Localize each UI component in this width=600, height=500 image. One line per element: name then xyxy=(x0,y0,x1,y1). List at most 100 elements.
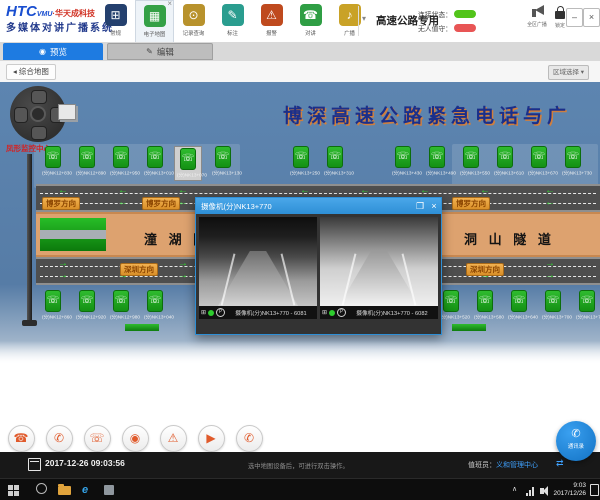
minimize-button[interactable]: – xyxy=(566,8,583,27)
grid-icon[interactable]: ⊞ xyxy=(201,309,206,316)
popup-titlebar[interactable]: 摄像机(分)NK13+770 ❐ × xyxy=(196,198,441,214)
close-tab-icon[interactable]: × xyxy=(167,0,172,8)
region-select-button[interactable]: 区域选择 ▾ xyxy=(548,65,589,80)
green-marker xyxy=(125,324,159,331)
separator xyxy=(358,6,359,36)
preset-icon[interactable]: P xyxy=(337,308,346,317)
start-button[interactable] xyxy=(8,485,19,496)
taskbar-clock[interactable]: 9:032017/12/26 xyxy=(552,482,586,498)
tray-caret-icon[interactable]: ∧ xyxy=(512,483,517,497)
datetime-text: 2017-12-26 09:03:56 xyxy=(45,458,125,468)
direction-badge: 博罗方向 xyxy=(452,197,490,210)
toolbar-item-general[interactable]: ⊞常规 xyxy=(96,0,135,42)
camera-popup-window[interactable]: 摄像机(分)NK13+770 ❐ × ⊞ P 摄像机(分)NK13+770 - 60… xyxy=(195,197,442,335)
preset-icon[interactable]: P xyxy=(216,308,225,317)
toolbar-item-map[interactable]: ×▦电子地图 xyxy=(135,0,174,42)
phone-station[interactable]: ☏(分)NK13+700 xyxy=(540,290,566,321)
phone-icon: ☏ xyxy=(45,290,61,312)
lane-arrow-icon: ← xyxy=(480,187,490,195)
lane-arrow-icon: → xyxy=(178,272,188,280)
phone-station[interactable]: ☏(分)NK12+920 xyxy=(74,290,100,321)
toolbar-item-alarm[interactable]: ⚠报警 xyxy=(252,0,291,42)
phone-station[interactable]: ☏(分)NK12+860 xyxy=(40,290,66,321)
phone-icon: ☏ xyxy=(579,290,595,312)
control-icon: ☎ xyxy=(8,425,35,452)
phone-station[interactable]: ☏(分)NK13+760 xyxy=(574,290,600,321)
operator-link[interactable]: 义和管理中心 xyxy=(496,462,538,469)
phone-station[interactable]: ☏(分)NK12+980 xyxy=(108,290,134,321)
phone-icon: ☏ xyxy=(429,146,445,168)
phone-station[interactable]: ☏(分)NK12+890 xyxy=(74,146,100,177)
phone-station[interactable]: ☏(分)NK12+950 xyxy=(108,146,134,177)
network-icon[interactable] xyxy=(526,483,534,496)
station-label: (分)NK13+580 xyxy=(474,314,496,321)
phone-station[interactable]: ☏(分)NK13+430 xyxy=(390,146,416,177)
phone-icon: ☏ xyxy=(395,146,411,168)
station-label: (分)NK13+070 xyxy=(177,172,199,179)
phone-station[interactable]: ☏(分)NK13+610 xyxy=(492,146,518,177)
control-icon: ◉ xyxy=(122,425,149,452)
phone-icon: ☏ xyxy=(113,290,129,312)
toolbar-item-records[interactable]: ⊙记录查询 xyxy=(174,0,213,42)
notification-center-icon[interactable] xyxy=(590,484,599,496)
phone-station[interactable]: ☏(分)NK13+250 xyxy=(288,146,314,177)
phone-icon: ☏ xyxy=(565,146,581,168)
close-icon[interactable]: × xyxy=(427,201,441,211)
lane-arrow-icon: ← xyxy=(545,187,555,195)
phone-station[interactable]: ☏(分)NK13+490 xyxy=(424,146,450,177)
volume-icon[interactable] xyxy=(540,483,544,494)
phone-station[interactable]: ☏(分)NK12+830 xyxy=(40,146,66,177)
toolbar-item-intercom[interactable]: ☎对讲 xyxy=(291,0,330,42)
popup-title: 摄像机(分)NK13+770 xyxy=(196,201,413,212)
operator-info: 值班员：义和管理中心 xyxy=(468,460,538,470)
phone-icon: ☏ xyxy=(497,146,513,168)
video-panel[interactable]: ⊞ P 摄像机(分)NK13+770 - 6082 xyxy=(320,217,438,319)
lane-arrow-icon: ← xyxy=(118,199,128,207)
grid-icon[interactable]: ⊞ xyxy=(322,309,327,316)
contacts-button[interactable]: ✆ 通讯录 xyxy=(556,421,596,461)
phone-station[interactable]: ☏(分)NK13+310 xyxy=(322,146,348,177)
control-icon: ✆ xyxy=(236,425,263,452)
map-canvas[interactable]: 博深高速公路紧急电话与广 凤形监控中心 潼 湖 隧 道 洞 山 隧 道 xyxy=(0,82,600,363)
calendar-icon xyxy=(28,458,41,471)
chevron-down-icon[interactable]: ▾ xyxy=(362,14,366,23)
edge-browser-icon[interactable]: e xyxy=(82,483,88,497)
phone-station[interactable]: ☏ (分)NK13+730 xyxy=(560,146,586,177)
video-caption: 摄像机(分)NK13+770 - 6081 xyxy=(229,308,313,317)
video-feed xyxy=(199,217,317,306)
tunnel-name-right: 洞 山 隧 道 xyxy=(464,229,555,248)
phone-station[interactable]: ☏(分)NK13+550 xyxy=(458,146,484,177)
maximize-icon[interactable]: ❐ xyxy=(413,201,427,212)
map-title: 博深高速公路紧急电话与广 xyxy=(283,101,571,128)
close-button[interactable]: × xyxy=(583,8,600,27)
phone-station[interactable]: ☏(分)NK13+640 xyxy=(506,290,532,321)
phone-station[interactable]: ☏(分)NK13+040 xyxy=(142,290,168,321)
station-label: (分)NK13+730 xyxy=(562,170,584,177)
tab-edit[interactable]: ✎编辑 xyxy=(107,43,213,60)
phone-icon: ☏ xyxy=(79,290,95,312)
phone-station[interactable]: ☏(分)NK13+070 xyxy=(174,146,202,181)
direction-badge: 博罗方向 xyxy=(142,197,180,210)
app-icon[interactable] xyxy=(104,483,114,495)
toolbar-item-mark[interactable]: ✎标注 xyxy=(213,0,252,42)
switch-arrow-icon[interactable]: ⇄ xyxy=(556,458,564,469)
tab-preview[interactable]: ◉预览 xyxy=(3,43,103,60)
phone-station[interactable]: ☏(分)NK13+130 xyxy=(210,146,236,177)
control-icon: ▶ xyxy=(198,425,225,452)
breadcrumb[interactable]: ◂ 综合地图 xyxy=(6,64,56,80)
phone-station[interactable]: ☏(分)NK13+580 xyxy=(472,290,498,321)
video-caption-bar: ⊞ P 摄像机(分)NK13+770 - 6081 xyxy=(199,306,317,319)
speaker-box-icon xyxy=(58,104,76,120)
control-icon: ☏ xyxy=(84,425,111,452)
station-label: (分)NK13+040 xyxy=(144,314,166,321)
phone-station[interactable]: ☏(分)NK13+670 xyxy=(526,146,552,177)
broadcast-all-button[interactable]: 全区广播 xyxy=(524,6,550,28)
search-icon[interactable] xyxy=(36,483,47,494)
video-panel[interactable]: ⊞ P 摄像机(分)NK13+770 - 6081 xyxy=(199,217,317,319)
file-explorer-icon[interactable] xyxy=(58,483,71,495)
video-caption: 摄像机(分)NK13+770 - 6082 xyxy=(350,308,434,317)
lock-icon xyxy=(555,11,565,19)
phone-station[interactable]: ☏(分)NK13+010 xyxy=(142,146,168,177)
toolbar-general-icon: ⊞ xyxy=(105,4,127,26)
tunnel-portal xyxy=(40,218,106,251)
